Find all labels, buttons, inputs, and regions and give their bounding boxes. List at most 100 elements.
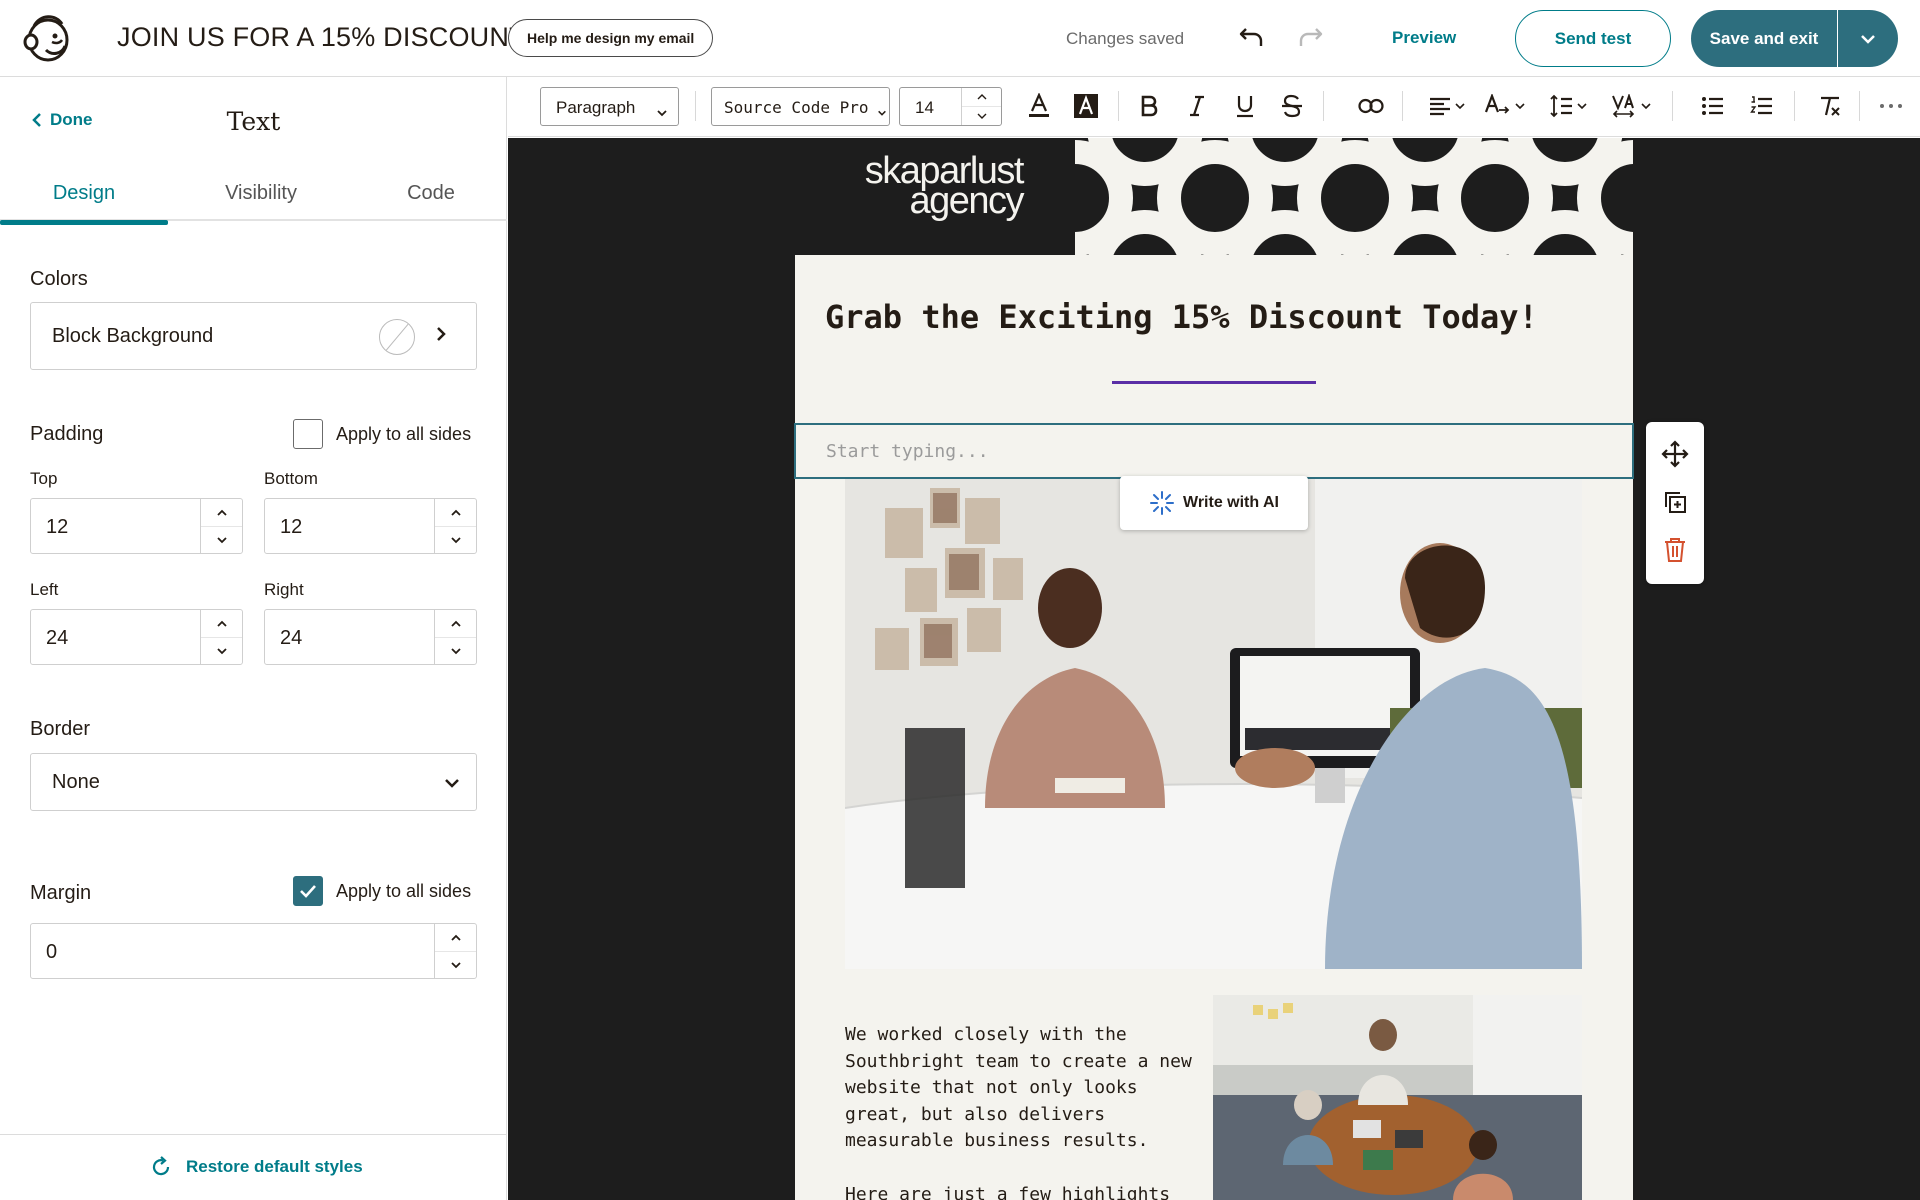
text-format-toolbar: Paragraph Source Code Pro 14: [508, 77, 1920, 137]
margin-stepper[interactable]: 0: [30, 923, 477, 979]
padding-bottom-value[interactable]: 12: [280, 516, 302, 539]
increment-icon[interactable]: [435, 499, 476, 526]
decorative-arch-pattern: [1075, 138, 1633, 255]
padding-top-stepper[interactable]: 12: [30, 498, 243, 554]
no-color-swatch-icon: [379, 319, 415, 355]
block-background-color-picker[interactable]: Block Background: [30, 302, 477, 370]
restore-bar: Restore default styles: [0, 1134, 507, 1200]
strikethrough-icon[interactable]: [1277, 91, 1307, 121]
bulleted-list-icon[interactable]: [1698, 91, 1728, 121]
margin-value[interactable]: 0: [46, 941, 57, 964]
toolbar-divider: [1794, 91, 1795, 121]
padding-top-arrows: [200, 499, 242, 553]
send-test-button[interactable]: Send test: [1515, 10, 1671, 67]
redo-icon[interactable]: [1294, 20, 1328, 54]
selected-text-block[interactable]: Start typing...: [794, 423, 1634, 479]
duplicate-block-icon[interactable]: [1646, 482, 1704, 522]
help-design-email-button[interactable]: Help me design my email: [508, 19, 714, 57]
block-settings-panel: Done Text Design Visibility Code Colors …: [0, 77, 507, 1200]
decrement-icon[interactable]: [201, 637, 242, 664]
undo-icon[interactable]: [1234, 20, 1268, 54]
tab-visibility[interactable]: Visibility: [177, 173, 345, 221]
padding-top-value[interactable]: 12: [46, 516, 68, 539]
increment-icon[interactable]: [435, 924, 476, 951]
paragraph-style-select[interactable]: Paragraph: [540, 87, 679, 126]
email-header-block[interactable]: skaparlust agency: [795, 138, 1633, 255]
panel-tabs: Design Visibility Code: [0, 173, 507, 225]
write-with-ai-button[interactable]: Write with AI: [1120, 476, 1308, 530]
decrement-icon[interactable]: [962, 106, 1001, 124]
email-canvas: skaparlust agency Grab the Exciting 15% …: [508, 138, 1920, 1200]
padding-top-label: Top: [30, 469, 58, 488]
chevron-down-icon: [444, 775, 460, 793]
refresh-icon: [152, 1156, 170, 1176]
delete-block-icon[interactable]: [1646, 530, 1704, 570]
panel-title: Text: [226, 107, 281, 136]
team-table-photo[interactable]: [1213, 995, 1582, 1200]
increment-icon[interactable]: [435, 610, 476, 637]
padding-left-label: Left: [30, 580, 59, 599]
preview-button[interactable]: Preview: [1392, 28, 1456, 48]
meeting-photo[interactable]: [845, 478, 1582, 969]
brand-logo: skaparlust agency: [843, 152, 1025, 220]
padding-apply-all-checkbox[interactable]: [293, 419, 323, 449]
block-actions-toolbar: [1646, 422, 1704, 584]
margin-apply-all-checkbox[interactable]: [293, 876, 323, 906]
margin-apply-all[interactable]: Apply to all sides: [293, 876, 471, 906]
border-label: Border: [30, 718, 91, 740]
font-family-select[interactable]: Source Code Pro: [711, 87, 890, 126]
padding-bottom-stepper[interactable]: 12: [264, 498, 477, 554]
clear-formatting-icon[interactable]: [1815, 91, 1845, 121]
italic-icon[interactable]: [1182, 91, 1212, 121]
line-height-icon[interactable]: [1549, 91, 1593, 121]
save-and-exit-button[interactable]: Save and exit: [1691, 10, 1837, 67]
decrement-icon[interactable]: [435, 951, 476, 978]
tab-code[interactable]: Code: [346, 173, 516, 221]
bold-icon[interactable]: [1134, 91, 1164, 121]
move-block-icon[interactable]: [1646, 434, 1704, 474]
highlight-color-icon[interactable]: [1071, 91, 1101, 121]
ai-sparkle-icon: [1150, 491, 1174, 515]
save-options-chevron-icon[interactable]: [1838, 10, 1898, 67]
increment-icon[interactable]: [201, 499, 242, 526]
padding-right-value[interactable]: 24: [280, 627, 302, 650]
restore-default-styles-button[interactable]: Restore default styles: [150, 1156, 363, 1178]
link-icon[interactable]: [1356, 91, 1386, 121]
underline-icon[interactable]: [1230, 91, 1260, 121]
padding-apply-all[interactable]: Apply to all sides: [293, 419, 471, 449]
email-body-text[interactable]: We worked closely with the Southbright t…: [845, 1022, 1195, 1200]
padding-right-label: Right: [264, 580, 304, 599]
toolbar-divider: [1672, 91, 1673, 121]
chevron-down-icon: [877, 102, 887, 121]
headline-divider[interactable]: [1112, 381, 1316, 384]
letter-spacing-icon[interactable]: [1612, 91, 1656, 121]
tab-design[interactable]: Design: [0, 173, 168, 225]
campaign-title[interactable]: JOIN US FOR A 15% DISCOUNT: [117, 22, 526, 53]
numbered-list-icon[interactable]: [1747, 91, 1777, 121]
increment-icon[interactable]: [201, 610, 242, 637]
decrement-icon[interactable]: [435, 637, 476, 664]
increment-icon[interactable]: [962, 88, 1001, 106]
text-color-icon[interactable]: [1024, 91, 1054, 121]
mailchimp-logo-icon[interactable]: [22, 12, 72, 64]
decrement-icon[interactable]: [435, 526, 476, 553]
align-left-icon[interactable]: [1426, 91, 1470, 121]
padding-right-stepper[interactable]: 24: [264, 609, 477, 665]
border-style-select[interactable]: None: [30, 753, 477, 811]
block-background-label: Block Background: [52, 325, 214, 347]
padding-bottom-label: Bottom: [264, 469, 318, 488]
more-options-icon[interactable]: [1876, 91, 1906, 121]
font-size-stepper[interactable]: 14: [899, 87, 1002, 126]
decrement-icon[interactable]: [201, 526, 242, 553]
text-block-placeholder[interactable]: Start typing...: [826, 441, 989, 462]
border-style-value: None: [52, 771, 100, 793]
write-with-ai-label: Write with AI: [1183, 494, 1279, 511]
padding-left-stepper[interactable]: 24: [30, 609, 243, 665]
padding-left-value[interactable]: 24: [46, 627, 68, 650]
text-direction-icon[interactable]: [1483, 91, 1529, 121]
toolbar-divider: [695, 91, 696, 121]
toolbar-divider: [1118, 91, 1119, 121]
email-headline[interactable]: Grab the Exciting 15% Discount Today!: [825, 298, 1605, 336]
font-size-value[interactable]: 14: [915, 98, 934, 118]
top-bar: JOIN US FOR A 15% DISCOUNT Help me desig…: [0, 0, 1920, 77]
